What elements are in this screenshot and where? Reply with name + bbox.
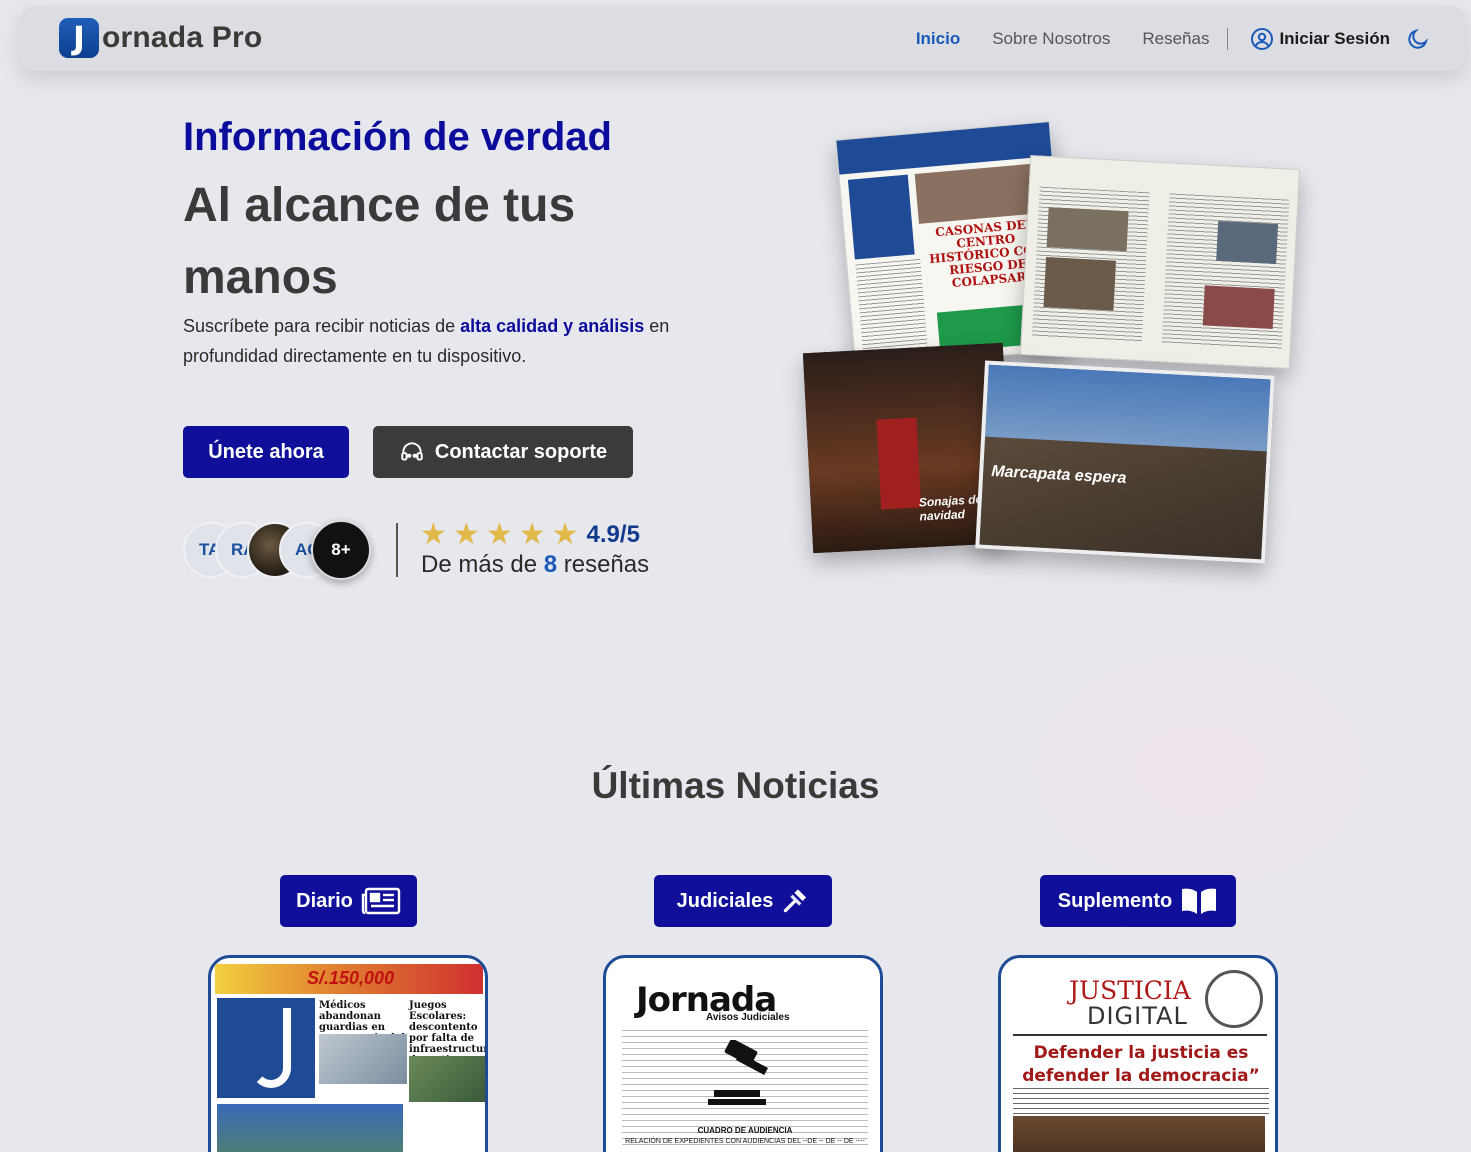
login-button[interactable]: Iniciar Sesión <box>1250 27 1390 51</box>
star-icon: ★ <box>420 517 447 552</box>
star-rating: ★ ★ ★ ★ ★ 4.9/5 <box>420 517 640 552</box>
nav-separator <box>1227 27 1229 50</box>
category-diario-button[interactable]: Diario <box>280 875 417 927</box>
avatar-more: 8+ <box>311 520 371 580</box>
judiciales-table-title: CUADRO DE AUDIENCIA <box>697 1126 793 1135</box>
suplemento-body-text <box>1013 1088 1269 1116</box>
nav-sobre-nosotros[interactable]: Sobre Nosotros <box>992 29 1110 49</box>
news-card-suplemento[interactable]: JUSTICIA DIGITAL Defender la justicia es… <box>998 955 1278 1152</box>
hero-desc-highlight: alta calidad y análisis <box>460 316 645 336</box>
contact-support-button[interactable]: Contactar soporte <box>373 426 633 478</box>
rating-value: 4.9/5 <box>586 520 640 548</box>
headset-icon <box>401 442 423 461</box>
nav-links: Inicio Sobre Nosotros Reseñas Iniciar Se… <box>916 6 1466 71</box>
star-icon: ★ <box>518 517 546 552</box>
news-card-diario[interactable]: S/.150,000 Médicos abandonan guardias en… <box>208 955 488 1152</box>
hero-subtitle: Al alcance de tus manos <box>183 179 576 304</box>
nav-resenas[interactable]: Reseñas <box>1142 29 1209 49</box>
justice-scale-icon <box>1205 970 1263 1028</box>
star-icon: ★ <box>485 517 513 552</box>
news-card-judiciales[interactable]: Jornada Avisos Judiciales CUADRO DE AUDI… <box>603 955 883 1152</box>
login-label: Iniciar Sesión <box>1279 28 1390 48</box>
gavel-icon <box>708 1040 769 1105</box>
newspaper-landscape-image: Marcapata espera <box>975 360 1275 564</box>
category-judiciales-button[interactable]: Judiciales <box>654 875 832 927</box>
newspaper-icon <box>361 887 401 915</box>
diario-j-logo <box>251 1008 291 1088</box>
rating-separator <box>396 523 398 577</box>
theme-toggle[interactable] <box>1406 27 1430 51</box>
join-button[interactable]: Únete ahora <box>183 426 349 478</box>
hero-desc-before: Suscríbete para recibir noticias de <box>183 316 461 336</box>
category-label: Suplemento <box>1057 889 1173 912</box>
newspaper-spread-image <box>1019 155 1301 369</box>
hero-title: Información de verdad <box>183 115 612 159</box>
reviews-count: De más de 8 reseñas <box>421 551 650 578</box>
category-label: Diario <box>296 889 353 912</box>
nav-inicio[interactable]: Inicio <box>916 29 960 49</box>
contact-support-label: Contactar soporte <box>434 440 608 463</box>
suplemento-title: JUSTICIA <box>1069 976 1191 1005</box>
category-label: Judiciales <box>676 889 774 912</box>
reviewer-avatars: TA RA AC 8+ <box>183 520 383 580</box>
suplemento-divider <box>1013 1034 1267 1036</box>
suplemento-headline: Defender la justicia es defender la demo… <box>1022 1043 1260 1086</box>
moon-icon <box>1408 28 1429 49</box>
suplemento-subtitle: DIGITAL <box>1087 1002 1188 1030</box>
hero-description: Suscríbete para recibir noticias de alta… <box>183 311 723 371</box>
judiciales-subtitle: Avisos Judiciales <box>706 1012 790 1023</box>
star-icon: ★ <box>551 517 579 552</box>
diario-banner: S/.150,000 <box>215 964 483 994</box>
logo-badge: J <box>59 18 99 58</box>
navbar: J ornada Pro Inicio Sobre Nosotros Reseñ… <box>19 6 1466 71</box>
logo[interactable]: J ornada Pro <box>59 18 262 58</box>
logo-text: ornada Pro <box>102 21 263 54</box>
suplemento-photo <box>1013 1116 1265 1152</box>
judiciales-table-subtitle: RELACIÓN DE EXPEDIENTES CON AUDIENCIAS D… <box>625 1138 865 1145</box>
category-suplemento-button[interactable]: Suplemento <box>1040 875 1236 927</box>
star-icon: ★ <box>452 517 480 552</box>
user-circle-icon <box>1251 27 1274 50</box>
book-open-icon <box>1182 888 1217 914</box>
gavel-icon <box>784 889 807 913</box>
section-title: Últimas Noticias <box>591 765 880 806</box>
